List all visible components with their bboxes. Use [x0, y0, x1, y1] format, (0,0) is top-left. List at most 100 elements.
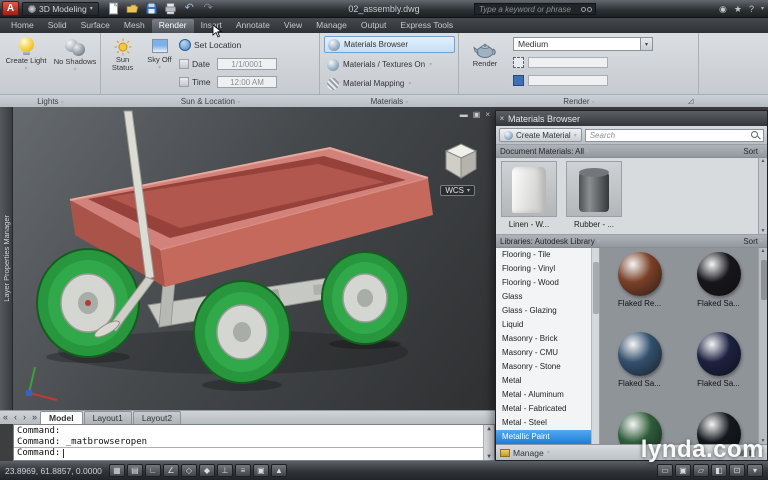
materials-panel-label[interactable]: Materials ▾ — [320, 97, 459, 106]
scroll-down-icon[interactable]: ▼ — [487, 453, 491, 460]
tree-item-liquid[interactable]: Liquid — [496, 318, 591, 332]
layer-properties-manager-strip[interactable]: Layer Properties Manager — [0, 107, 13, 410]
layout-tab-layout1[interactable]: Layout1 — [83, 411, 132, 424]
viewcube-wcs-button[interactable]: WCS ▾ — [440, 185, 475, 196]
favorites-icon[interactable]: ★ — [734, 2, 742, 16]
ducs-toggle[interactable]: ⊥ — [216, 464, 233, 477]
drawing-viewport[interactable]: ▬ ▣ × WCS ▾ — [13, 107, 495, 410]
lights-panel-label[interactable]: Lights ▾ — [0, 97, 101, 106]
last-layout-button[interactable]: » — [29, 411, 40, 424]
materials-textures-button[interactable]: Materials / Textures On ▾ — [324, 56, 455, 73]
time-field[interactable]: 12:00 AM — [217, 76, 277, 88]
render-save-icon[interactable] — [513, 75, 524, 86]
ortho-toggle[interactable]: ∟ — [144, 464, 161, 477]
workspace-switcher[interactable]: 3D Modeling ▾ — [22, 1, 99, 16]
material-mapping-button[interactable]: Material Mapping ▾ — [324, 75, 455, 92]
scroll-up-icon[interactable]: ▲ — [761, 158, 766, 164]
scrollbar-thumb[interactable] — [593, 262, 599, 314]
tree-item-flooring-vinyl[interactable]: Flooring - Vinyl — [496, 262, 591, 276]
ribbon-tab-mesh[interactable]: Mesh — [117, 19, 152, 33]
render-panel-label[interactable]: Render ▾ — [459, 97, 699, 106]
open-button[interactable] — [125, 2, 140, 16]
layout-tab-model[interactable]: Model — [40, 411, 83, 424]
document-sort-button[interactable]: Sort ▾ — [743, 147, 763, 156]
annotation-visibility-button[interactable]: ⊡ — [729, 464, 745, 477]
scrollbar-thumb[interactable] — [760, 260, 767, 300]
tree-item-masonry-cmu[interactable]: Masonry - CMU — [496, 346, 591, 360]
minimize-icon[interactable]: ▬ — [460, 110, 468, 119]
library-sort-button[interactable]: Sort ▾ — [743, 237, 763, 246]
first-layout-button[interactable]: « — [0, 411, 11, 424]
render-region-icon[interactable] — [513, 57, 524, 68]
new-file-button[interactable] — [106, 2, 121, 16]
communication-center-icon[interactable]: ◉ — [719, 2, 727, 16]
tree-item-flooring-tile[interactable]: Flooring - Tile — [496, 248, 591, 262]
quick-view-drawings-button[interactable]: ▱ — [693, 464, 709, 477]
libraries-header[interactable]: Libraries: Autodesk Library ▾ Sort ▾ — [496, 235, 767, 248]
ribbon-tab-home[interactable]: Home — [4, 19, 41, 33]
swatch-scrollbar[interactable]: ▲ ▼ — [758, 248, 767, 444]
plot-button[interactable] — [163, 2, 178, 16]
polar-toggle[interactable]: ∠ — [162, 464, 179, 477]
render-quality-select[interactable]: Medium ▾ — [513, 37, 653, 51]
chevron-down-icon[interactable]: ▾ — [761, 2, 764, 16]
document-scrollbar[interactable]: ▲ ▼ — [758, 158, 767, 234]
material-swatch[interactable]: Flaked Sa... — [679, 252, 758, 332]
tree-item-metallic-paint[interactable]: Metallic Paint — [496, 430, 591, 444]
ribbon-tab-express-tools[interactable]: Express Tools — [393, 19, 460, 33]
quick-view-layouts-button[interactable]: ▣ — [675, 464, 691, 477]
restore-icon[interactable]: ▣ — [473, 110, 481, 119]
scroll-up-icon[interactable]: ▲ — [761, 248, 766, 254]
ribbon-tab-output[interactable]: Output — [354, 19, 394, 33]
no-shadows-button[interactable]: No Shadows ▾ — [52, 35, 98, 74]
lwt-toggle[interactable]: ▣ — [252, 464, 269, 477]
help-icon[interactable]: ? — [749, 2, 754, 16]
application-menu-button[interactable]: A — [2, 1, 19, 16]
materials-browser-button[interactable]: Materials Browser — [324, 36, 455, 53]
material-thumbnail-linen[interactable] — [501, 161, 557, 217]
next-layout-button[interactable]: › — [20, 411, 29, 424]
tree-item-glass-glazing[interactable]: Glass - Glazing — [496, 304, 591, 318]
previous-layout-button[interactable]: ‹ — [11, 411, 20, 424]
close-icon[interactable]: × — [496, 114, 508, 123]
palette-titlebar[interactable]: × Materials Browser — [496, 111, 767, 126]
model-space-button[interactable]: ▭ — [657, 464, 673, 477]
osnap-toggle[interactable]: ◇ — [180, 464, 197, 477]
date-field[interactable]: 1/1/0001 — [217, 58, 277, 70]
ribbon-tab-annotate[interactable]: Annotate — [229, 19, 277, 33]
ribbon-tab-manage[interactable]: Manage — [309, 19, 354, 33]
tree-item-masonry-brick[interactable]: Masonry - Brick — [496, 332, 591, 346]
render-output-size-field[interactable] — [528, 57, 608, 68]
material-search-input[interactable]: Search — [584, 128, 764, 142]
sun-status-button[interactable]: Sun Status — [105, 35, 140, 92]
tree-item-flooring-wood[interactable]: Flooring - Wood — [496, 276, 591, 290]
viewcube-icon[interactable] — [444, 143, 478, 179]
qp-toggle[interactable]: ▲ — [270, 464, 287, 477]
command-window[interactable]: Command: Command: _matbrowseropen Command… — [13, 424, 495, 461]
redo-button[interactable]: ↷ — [201, 2, 216, 16]
scroll-down-icon[interactable]: ▼ — [761, 228, 766, 234]
scroll-up-icon[interactable]: ▲ — [487, 425, 491, 432]
dyn-toggle[interactable]: ≡ — [234, 464, 251, 477]
close-icon[interactable]: × — [485, 110, 490, 119]
tree-item-metal[interactable]: Metal — [496, 374, 591, 388]
sky-off-button[interactable]: Sky Off ▾ — [142, 35, 177, 92]
snap-toggle[interactable]: ▦ — [108, 464, 125, 477]
save-button[interactable] — [144, 2, 159, 16]
tree-item-glass[interactable]: Glass — [496, 290, 591, 304]
material-swatch[interactable]: Flaked Sa... — [600, 332, 679, 412]
library-tree-scrollbar[interactable] — [591, 248, 600, 444]
annotation-scale-button[interactable]: ◧ — [711, 464, 727, 477]
otrack-toggle[interactable]: ◆ — [198, 464, 215, 477]
sun-location-panel-label[interactable]: Sun & Location ▾ — [101, 97, 320, 106]
ribbon-tab-surface[interactable]: Surface — [74, 19, 117, 33]
create-material-button[interactable]: Create Material ▾ — [499, 128, 582, 142]
ribbon-tab-solid[interactable]: Solid — [41, 19, 74, 33]
document-materials-header[interactable]: Document Materials: All ▾ Sort ▾ — [496, 145, 767, 158]
render-output-file-field[interactable] — [528, 75, 608, 86]
material-swatch[interactable]: Flaked Sa... — [679, 332, 758, 412]
workspace-menu-button[interactable]: ▾ — [747, 464, 763, 477]
create-light-button[interactable]: Create Light ▾ — [3, 35, 49, 73]
set-location-button[interactable]: Set Location — [179, 38, 241, 52]
command-scrollbar[interactable]: ▲ ▼ — [483, 425, 494, 460]
